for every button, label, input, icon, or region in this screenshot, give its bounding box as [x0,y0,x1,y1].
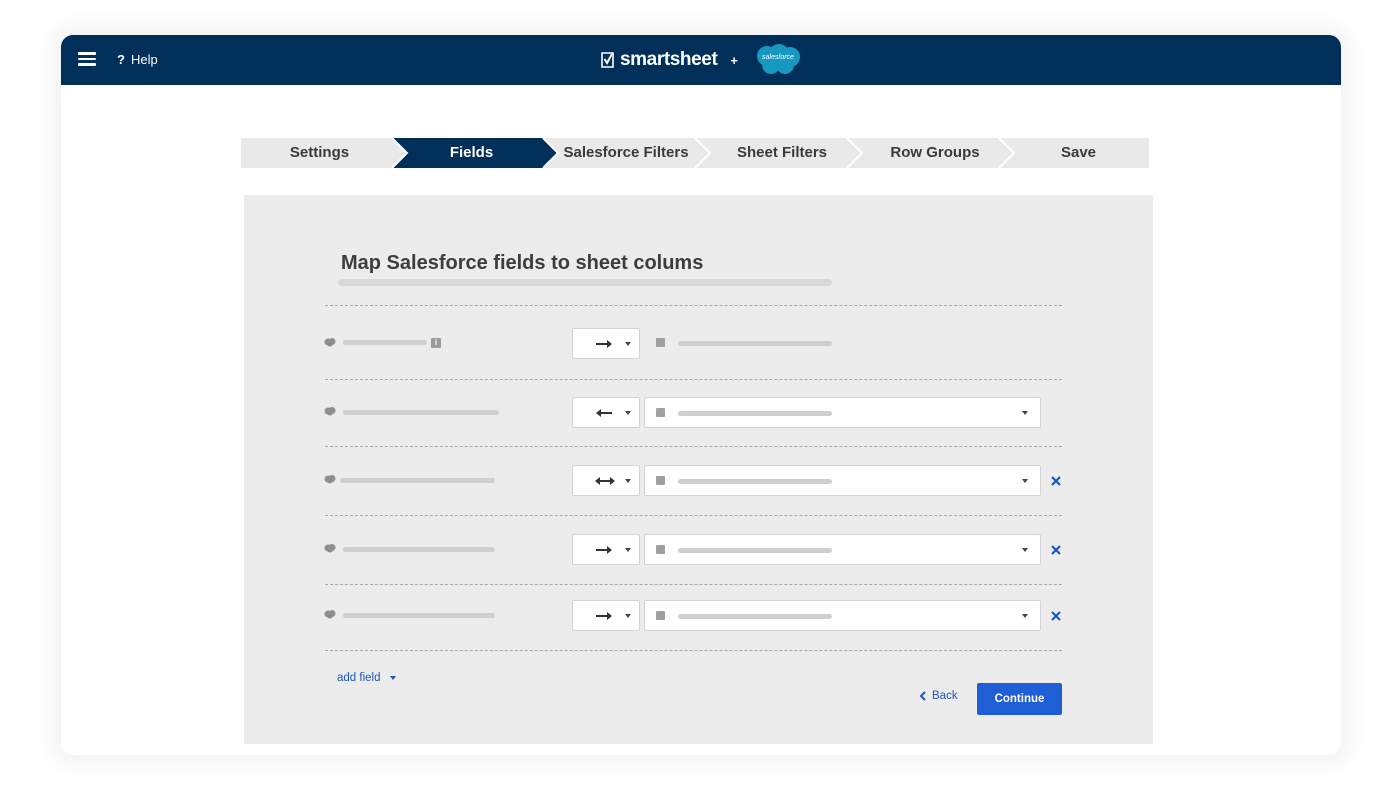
sheet-column-select[interactable] [644,534,1041,565]
salesforce-label: salesforce [762,54,794,61]
brand-lockup: smartsheet + salesforce [601,44,803,76]
chevron-down-icon [1022,614,1028,618]
info-icon[interactable]: i [431,338,441,348]
salesforce-field-name [340,478,495,483]
help-link[interactable]: ? Help [117,52,158,67]
step-row-groups[interactable]: Row Groups [855,138,1015,168]
smartsheet-logo-icon [601,52,614,68]
close-icon[interactable] [1050,544,1062,556]
back-button[interactable]: Back [919,690,958,702]
mapping-row [244,534,1153,566]
step-sheet-filters[interactable]: Sheet Filters [703,138,861,168]
arrow-right-icon [596,612,612,620]
step-salesforce-filters[interactable]: Salesforce Filters [549,138,703,168]
chevron-down-icon [1022,548,1028,552]
smartsheet-column-icon [656,338,665,347]
salesforce-field-name [343,410,499,415]
smartsheet-column-icon [656,476,665,485]
salesforce-field-icon [324,338,336,347]
help-icon: ? [117,52,125,67]
mapping-row [244,396,1153,428]
sheet-column-static [644,328,844,359]
mapping-row [244,600,1153,632]
chevron-down-icon [1022,411,1028,415]
field-mapping-panel: Map Salesforce fields to sheet colums i [244,195,1153,744]
app-window: ? Help smartsheet + salesforce Settings … [61,35,1341,755]
arrow-both-icon [595,477,615,485]
continue-button[interactable]: Continue [977,683,1062,715]
salesforce-field-icon [324,407,336,416]
arrow-right-icon [596,546,612,554]
brand-name: smartsheet [620,49,718,70]
menu-icon[interactable] [78,52,96,66]
add-field-button[interactable]: add field [337,672,397,684]
chevron-down-icon [625,548,631,552]
sheet-column-name [678,614,832,619]
sheet-column-select[interactable] [644,397,1041,428]
salesforce-field-icon [324,610,336,619]
sync-direction-select[interactable] [572,465,640,496]
mapping-row [244,465,1153,497]
arrow-right-icon [596,340,612,348]
chevron-down-icon [625,479,631,483]
subtitle-placeholder [338,279,832,286]
sheet-column-name [678,411,832,416]
sync-direction-select[interactable] [572,600,640,631]
sheet-column-name [678,548,832,553]
step-save[interactable]: Save [1011,138,1146,168]
step-fields[interactable]: Fields [396,138,547,168]
smartsheet-column-icon [656,408,665,417]
salesforce-field-icon [324,475,336,484]
sync-direction-select[interactable] [572,397,640,428]
back-label: Back [932,690,958,702]
salesforce-cloud-icon: salesforce [753,43,803,77]
close-icon[interactable] [1050,610,1062,622]
sheet-column-select[interactable] [644,465,1041,496]
salesforce-field-icon [324,544,336,553]
close-icon[interactable] [1050,475,1062,487]
plus-sign: + [730,52,738,68]
sheet-column-name [678,479,832,484]
top-navigation-bar: ? Help smartsheet + salesforce [61,35,1341,85]
add-field-label: add field [337,672,381,684]
divider [325,379,1062,380]
chevron-down-icon [625,614,631,618]
chevron-left-icon [919,691,926,701]
mapping-row: i [244,328,1153,360]
chevron-down-icon [625,411,631,415]
step-settings[interactable]: Settings [241,138,398,168]
divider [325,650,1062,651]
chevron-down-icon [390,676,397,680]
smartsheet-column-icon [656,545,665,554]
salesforce-field-name [343,340,427,345]
divider [325,446,1062,447]
sync-direction-select[interactable] [572,534,640,565]
arrow-left-icon [596,409,612,417]
salesforce-field-name [343,547,495,552]
help-label: Help [130,52,158,67]
progress-stepper: Settings Fields Salesforce Filters Sheet… [241,138,1149,168]
chevron-down-icon [1022,479,1028,483]
sync-direction-select[interactable] [572,328,640,359]
sheet-column-name [678,341,832,346]
divider [325,584,1062,585]
divider [325,305,1062,306]
chevron-down-icon [625,342,631,346]
smartsheet-column-icon [656,611,665,620]
panel-title: Map Salesforce fields to sheet colums [341,252,704,274]
salesforce-field-name [343,613,495,618]
divider [325,515,1062,516]
sheet-column-select[interactable] [644,600,1041,631]
